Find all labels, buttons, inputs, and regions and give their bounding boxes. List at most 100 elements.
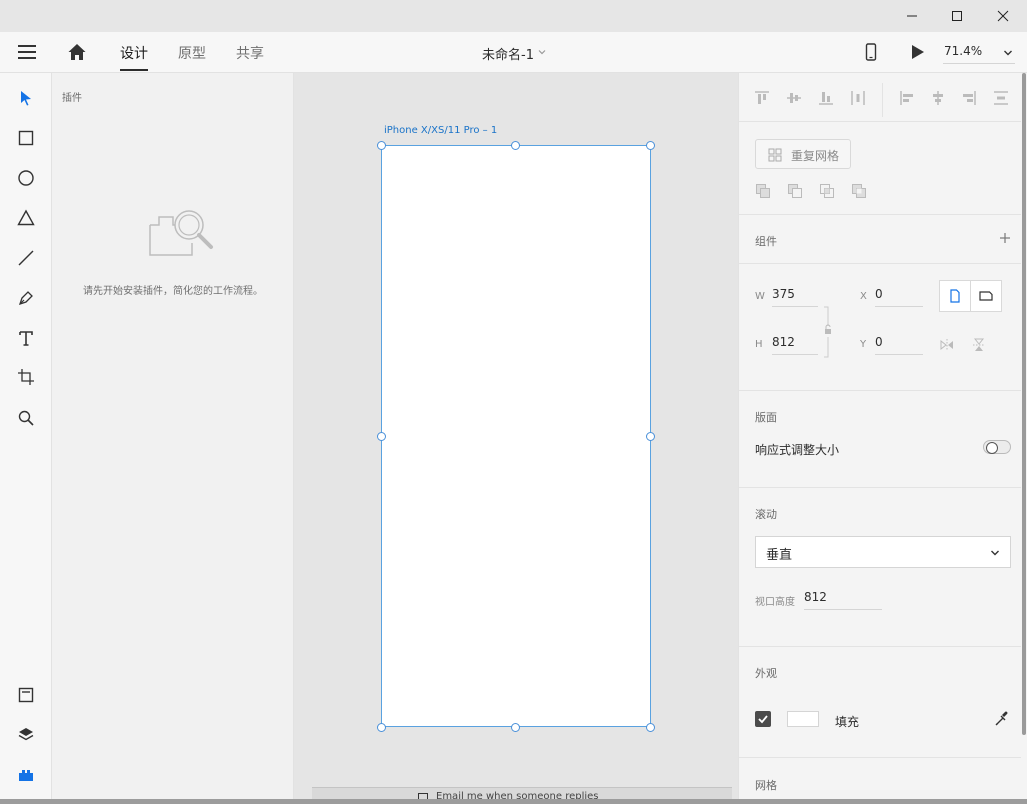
rectangle-tool[interactable] xyxy=(16,128,36,148)
plugins-icon xyxy=(19,770,33,781)
zoom-dropdown[interactable]: 71.4% xyxy=(943,42,1015,64)
document-assets-button[interactable] xyxy=(16,685,36,705)
maximize-button[interactable] xyxy=(934,0,980,32)
artboard[interactable] xyxy=(381,145,651,727)
plugins-panel: 插件 请先开始安装插件，简化您的工作流程。 xyxy=(52,73,294,804)
grid-section: 网格 xyxy=(739,758,1021,799)
minimize-button[interactable] xyxy=(889,0,935,32)
boolean-add-icon[interactable] xyxy=(755,183,771,199)
close-button[interactable] xyxy=(980,0,1026,32)
polygon-tool[interactable] xyxy=(16,208,36,228)
resize-handle-bottom-left[interactable] xyxy=(377,723,386,732)
align-center-icon[interactable] xyxy=(930,90,946,106)
close-icon xyxy=(997,10,1009,22)
polygon-tool-icon xyxy=(17,209,35,226)
repeat-grid-icon xyxy=(768,148,782,162)
repeat-grid-button[interactable]: 重复网格 xyxy=(755,139,851,169)
artboard-tool-icon xyxy=(18,369,34,385)
y-field[interactable]: 0 xyxy=(875,331,923,355)
boolean-intersect-icon[interactable] xyxy=(819,183,835,199)
plus-icon[interactable] xyxy=(999,232,1011,244)
components-section: 组件 xyxy=(739,215,1021,264)
resize-handle-top-right[interactable] xyxy=(646,141,655,150)
align-top-icon[interactable] xyxy=(754,90,770,106)
height-label: H xyxy=(755,339,763,350)
fill-checkbox[interactable] xyxy=(755,711,771,727)
align-right-icon[interactable] xyxy=(961,90,977,106)
responsive-resize-toggle[interactable] xyxy=(983,440,1011,454)
plugin-search-icon xyxy=(149,210,213,256)
pen-tool[interactable] xyxy=(16,288,36,308)
lock-aspect-icon[interactable] xyxy=(823,306,833,358)
landscape-icon xyxy=(979,291,993,301)
resize-handle-top[interactable] xyxy=(511,141,520,150)
width-label: W xyxy=(755,291,765,302)
canvas[interactable]: iPhone X/XS/11 Pro – 1 Email me when som… xyxy=(294,73,738,804)
text-tool-icon xyxy=(19,331,33,346)
pen-tool-icon xyxy=(18,291,33,306)
tab-design[interactable]: 设计 xyxy=(120,43,148,71)
fill-color-swatch[interactable] xyxy=(787,711,819,727)
zoom-tool[interactable] xyxy=(16,408,36,428)
distribute-vertical-icon[interactable] xyxy=(993,90,1009,106)
alignment-section xyxy=(739,73,1021,122)
minimize-icon xyxy=(907,15,917,17)
appearance-section: 外观 填充 xyxy=(739,647,1021,758)
app-header: 设计 原型 共享 未命名-1 71.4% xyxy=(0,32,1027,73)
play-icon[interactable] xyxy=(911,44,925,60)
x-field[interactable]: 0 xyxy=(875,283,923,307)
text-tool[interactable] xyxy=(16,328,36,348)
artboard-tool[interactable] xyxy=(16,367,36,387)
layers-button[interactable] xyxy=(16,725,36,745)
flip-horizontal-icon[interactable] xyxy=(940,338,954,352)
ellipse-tool-icon xyxy=(18,170,34,186)
resize-handle-bottom[interactable] xyxy=(511,723,520,732)
artboard-section-label: 版面 xyxy=(755,411,777,424)
boolean-subtract-icon[interactable] xyxy=(787,183,803,199)
artboard-label[interactable]: iPhone X/XS/11 Pro – 1 xyxy=(384,125,497,136)
viewport-height-field[interactable]: 812 xyxy=(804,586,882,610)
line-tool[interactable] xyxy=(16,248,36,268)
inspector-scrollbar[interactable] xyxy=(1021,73,1027,799)
panel-title: 插件 xyxy=(62,93,82,104)
resize-handle-bottom-right[interactable] xyxy=(646,723,655,732)
chevron-down-icon xyxy=(1004,50,1012,56)
resize-handle-left[interactable] xyxy=(377,432,386,441)
width-field[interactable]: 375 xyxy=(772,283,818,307)
y-label: Y xyxy=(860,339,867,350)
x-label: X xyxy=(860,291,867,302)
grid-section-label: 网格 xyxy=(755,779,777,792)
select-tool[interactable] xyxy=(16,88,36,108)
flip-vertical-icon[interactable] xyxy=(972,338,986,352)
hamburger-menu-icon[interactable] xyxy=(17,44,37,60)
document-title[interactable]: 未命名-1 xyxy=(482,44,534,63)
chevron-down-icon xyxy=(991,550,999,556)
home-icon[interactable] xyxy=(67,42,87,62)
align-middle-icon[interactable] xyxy=(786,90,802,106)
resize-handle-top-left[interactable] xyxy=(377,141,386,150)
scrollbar-thumb[interactable] xyxy=(1022,73,1026,735)
scroll-direction-select[interactable]: 垂直 xyxy=(755,536,1011,568)
title-bar xyxy=(0,0,1027,32)
tab-share[interactable]: 共享 xyxy=(236,43,264,71)
align-left-icon[interactable] xyxy=(899,90,915,106)
ellipse-tool[interactable] xyxy=(16,168,36,188)
resize-handle-right[interactable] xyxy=(646,432,655,441)
rectangle-tool-icon xyxy=(18,130,34,146)
portrait-orientation-button[interactable] xyxy=(939,280,971,312)
repeat-grid-label: 重复网格 xyxy=(791,149,840,163)
zoom-value: 71.4% xyxy=(944,44,983,58)
device-preview-icon[interactable] xyxy=(865,43,877,61)
checkmark-icon xyxy=(758,715,768,724)
landscape-orientation-button[interactable] xyxy=(970,280,1002,312)
divider xyxy=(882,83,883,117)
height-field[interactable]: 812 xyxy=(772,331,818,355)
chevron-down-icon[interactable] xyxy=(537,47,547,57)
plugins-button[interactable] xyxy=(16,765,36,785)
distribute-horizontal-icon[interactable] xyxy=(850,90,866,106)
eyedropper-icon[interactable] xyxy=(994,711,1010,727)
transform-section: W 375 H 812 X 0 Y 0 xyxy=(739,264,1021,391)
align-bottom-icon[interactable] xyxy=(818,90,834,106)
tab-prototype[interactable]: 原型 xyxy=(178,43,206,71)
boolean-exclude-icon[interactable] xyxy=(851,183,867,199)
